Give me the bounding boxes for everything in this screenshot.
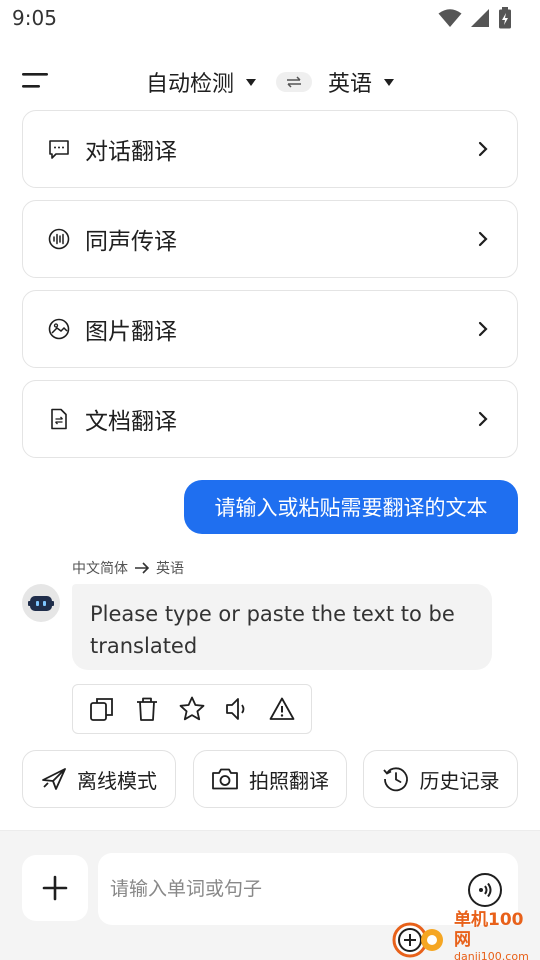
- top-bar: 自动检测 英语: [0, 54, 540, 110]
- plus-icon: [42, 875, 68, 901]
- history-label: 历史记录: [419, 768, 500, 793]
- chevron-right-icon: [478, 411, 488, 427]
- watermark-url: danji100.com: [454, 950, 529, 960]
- chevron-right-icon: [478, 321, 488, 337]
- chevron-right-icon: [478, 141, 488, 157]
- swap-arrows-icon: [287, 76, 302, 88]
- card-label: 图片翻译: [85, 319, 177, 345]
- delete-button[interactable]: [132, 694, 162, 724]
- translation-direction: 中文简体 英语: [72, 558, 184, 578]
- photo-translation-button[interactable]: 拍照翻译: [193, 750, 347, 808]
- watermark-site-name: 单机100网: [454, 910, 524, 950]
- card-label: 对话翻译: [85, 139, 177, 165]
- copy-button[interactable]: [87, 694, 117, 724]
- signal-icon: [471, 9, 489, 27]
- menu-icon[interactable]: [22, 70, 50, 92]
- star-icon: [179, 696, 205, 721]
- bot-message-bubble: Please type or paste the text to be tran…: [72, 584, 492, 670]
- caret-down-icon: [384, 78, 395, 86]
- add-button[interactable]: [22, 855, 88, 921]
- speak-button[interactable]: [222, 694, 252, 724]
- target-language-button[interactable]: 英语: [328, 66, 395, 98]
- favorite-button[interactable]: [177, 694, 207, 724]
- history-icon: [382, 767, 408, 792]
- source-language-button[interactable]: 自动检测: [146, 66, 257, 98]
- voice-wave-icon: [479, 882, 492, 898]
- card-label: 文档翻译: [85, 409, 177, 435]
- target-language-label: 英语: [328, 72, 373, 97]
- robot-icon: [28, 596, 54, 611]
- airplane-icon: [42, 768, 66, 790]
- watermark-text: 单机100网 danji100.com: [454, 910, 540, 960]
- copy-icon: [89, 698, 113, 721]
- card-conversation-translation[interactable]: 对话翻译: [22, 110, 518, 188]
- site-watermark: 单机100网 danji100.com: [388, 910, 540, 960]
- chevron-right-icon: [478, 231, 488, 247]
- card-simultaneous-interpretation[interactable]: 同声传译: [22, 200, 518, 278]
- direction-from: 中文简体: [72, 561, 128, 577]
- battery-icon: [499, 7, 511, 29]
- caret-down-icon: [246, 78, 257, 86]
- user-message-bubble: 请输入或粘贴需要翻译的文本: [184, 480, 518, 534]
- status-bar: 9:05: [0, 0, 540, 36]
- swap-language-button[interactable]: [276, 72, 313, 92]
- card-label: 同声传译: [85, 229, 177, 255]
- language-selector: 自动检测 英语: [146, 64, 395, 100]
- card-image-translation[interactable]: 图片翻译: [22, 290, 518, 368]
- photo-translation-label: 拍照翻译: [249, 768, 329, 793]
- source-language-label: 自动检测: [146, 72, 235, 97]
- speaker-icon: [226, 698, 245, 720]
- warning-icon: [269, 697, 295, 720]
- card-document-translation[interactable]: 文档翻译: [22, 380, 518, 458]
- sound-wave-icon: [47, 227, 71, 251]
- history-button[interactable]: 历史记录: [363, 750, 518, 808]
- report-button[interactable]: [267, 694, 297, 724]
- wifi-icon: [438, 9, 462, 27]
- status-icons: [438, 7, 512, 29]
- trash-icon: [136, 697, 157, 721]
- camera-icon: [212, 768, 238, 790]
- arrow-right-icon: [135, 562, 150, 574]
- image-icon: [47, 317, 71, 341]
- document-icon: [47, 407, 71, 431]
- message-action-bar: [72, 684, 312, 734]
- chat-bubble-icon: [47, 137, 71, 161]
- status-time: 9:05: [12, 6, 57, 30]
- offline-mode-button[interactable]: 离线模式: [22, 750, 176, 808]
- text-input[interactable]: [110, 869, 460, 909]
- watermark-logo: [388, 916, 452, 958]
- offline-mode-label: 离线模式: [77, 768, 157, 793]
- direction-to: 英语: [156, 561, 184, 577]
- voice-input-button[interactable]: [468, 873, 502, 907]
- bot-avatar: [22, 584, 60, 622]
